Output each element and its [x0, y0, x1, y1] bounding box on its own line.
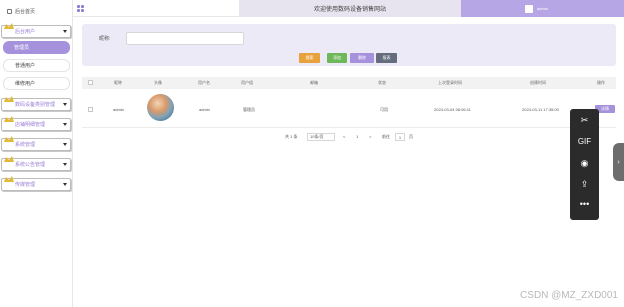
sidebar-menu-label: 数码设备类别管理 — [15, 102, 56, 108]
sidebar-item-normal-user[interactable]: 普通用户 — [3, 59, 70, 72]
sidebar-home-label: 后台首页 — [15, 9, 36, 15]
sidebar-menu-shop-detail[interactable]: 店铺明细管理 — [1, 116, 71, 131]
sidebar-item-repair-user[interactable]: 维修用户 — [3, 77, 70, 90]
column-header: 头像 — [154, 80, 162, 85]
record-icon[interactable]: ◉ — [570, 158, 599, 169]
search-label: 昵称: — [99, 36, 111, 42]
page-number[interactable]: 1 — [356, 134, 358, 139]
sidebar: 后台首页 后台用户 管理员 普通用户 维修用户 数码设备类别管理 店铺明细管理 — [0, 0, 73, 307]
crown-icon — [4, 96, 14, 102]
username-label: admin — [537, 6, 548, 11]
chevron-down-icon — [63, 143, 67, 146]
sidebar-menu-system[interactable]: 系统管理 — [1, 136, 71, 151]
sidebar-menu-label: 系统管理 — [15, 142, 36, 148]
select-all-checkbox[interactable] — [88, 80, 93, 85]
sidebar-item-label: 维修用户 — [15, 81, 36, 87]
sidebar-home[interactable]: 后台首页 — [3, 5, 71, 18]
page-size-label: 10条/页 — [310, 134, 324, 139]
cell-username: admin — [199, 107, 210, 112]
user-avatar-image — [147, 94, 174, 121]
search-input[interactable] — [126, 32, 244, 45]
cell-last-login: 2024-03-04 08:06:11 — [434, 107, 471, 112]
cell-status: 可用 — [380, 107, 388, 112]
column-header: 用户组 — [241, 80, 253, 85]
menu-toggle-icon[interactable] — [77, 5, 84, 12]
user-menu[interactable]: admin — [461, 0, 624, 17]
site-title: 欢迎使用数码设备销售网站 — [239, 0, 461, 17]
share-icon[interactable]: ⇪ — [570, 179, 599, 190]
gif-button[interactable]: GIF — [570, 137, 599, 146]
sidebar-menu-label: 店铺明细管理 — [15, 122, 46, 128]
goto-page-value: 1 — [398, 134, 402, 140]
sidebar-item-label: 管理员 — [14, 45, 30, 51]
delete-button[interactable]: 删除 — [350, 53, 374, 63]
home-icon — [7, 9, 12, 14]
column-header: 邮箱 — [310, 80, 318, 85]
sidebar-menu-device-category[interactable]: 数码设备类别管理 — [1, 96, 71, 111]
app-root: 后台首页 后台用户 管理员 普通用户 维修用户 数码设备类别管理 店铺明细管理 — [0, 0, 624, 307]
column-header: 上次登录时间 — [438, 80, 462, 85]
crown-icon — [4, 116, 14, 122]
scissors-icon[interactable]: ✂ — [570, 115, 599, 126]
column-header: 操作 — [597, 80, 605, 85]
report-button[interactable]: 报表 — [376, 53, 397, 63]
chevron-down-icon — [63, 103, 67, 106]
crown-icon — [4, 136, 14, 142]
cell-nickname: admin — [113, 107, 124, 112]
table-row: admin admin 管理员 可用 2024-03-04 08:06:11 2… — [82, 91, 616, 128]
chevron-down-icon — [63, 163, 67, 166]
column-header: 用户名 — [198, 80, 210, 85]
sidebar-menu-media[interactable]: 传媒管理 — [1, 176, 71, 191]
search-panel: 昵称: 搜索 添加 删除 报表 — [82, 24, 616, 66]
sidebar-menu-label: 系统公告管理 — [15, 162, 46, 168]
cell-group: 管理员 — [243, 107, 255, 112]
floating-toolbar: ✂ GIF ◉ ⇪ ••• — [570, 109, 599, 220]
column-header: 昵称 — [114, 80, 122, 85]
crown-icon — [4, 23, 14, 29]
sidebar-menu-backend-users[interactable]: 后台用户 — [1, 23, 71, 38]
goto-page-input[interactable]: 1 — [395, 133, 405, 141]
chevron-down-icon — [63, 183, 67, 186]
user-avatar-icon — [525, 4, 533, 13]
goto-label: 前往 — [382, 134, 390, 139]
expand-panel-tab[interactable]: › — [613, 143, 624, 181]
column-header: 创建时间 — [530, 80, 546, 85]
sidebar-item-admin[interactable]: 管理员 — [3, 41, 70, 54]
crown-icon — [4, 156, 14, 162]
crown-icon — [4, 176, 14, 182]
chevron-down-icon — [63, 30, 67, 33]
more-icon[interactable]: ••• — [570, 199, 599, 209]
search-button[interactable]: 搜索 — [299, 53, 320, 63]
page-size-select[interactable]: 10条/页 — [307, 133, 335, 141]
top-bar: 欢迎使用数码设备销售网站 admin — [73, 0, 624, 17]
next-page-button[interactable]: > — [369, 134, 371, 139]
chevron-right-icon: › — [617, 158, 620, 166]
column-header: 状态 — [378, 80, 386, 85]
cell-created: 2024-03-11 17:35:00 — [522, 107, 559, 112]
chevron-down-icon — [63, 123, 67, 126]
sidebar-menu-label: 后台用户 — [15, 29, 36, 35]
total-count: 共 1 条 — [285, 134, 298, 139]
row-checkbox[interactable] — [88, 107, 93, 112]
add-button[interactable]: 添加 — [327, 53, 347, 63]
page-unit: 页 — [409, 134, 413, 139]
table-header: 昵称 头像 用户名 用户组 邮箱 状态 上次登录时间 创建时间 操作 — [82, 77, 616, 89]
watermark: CSDN @MZ_ZXD001 — [520, 290, 618, 301]
sidebar-menu-label: 传媒管理 — [15, 182, 36, 188]
prev-page-button[interactable]: < — [343, 134, 345, 139]
sidebar-item-label: 普通用户 — [15, 63, 36, 69]
sidebar-menu-announcement[interactable]: 系统公告管理 — [1, 156, 71, 171]
